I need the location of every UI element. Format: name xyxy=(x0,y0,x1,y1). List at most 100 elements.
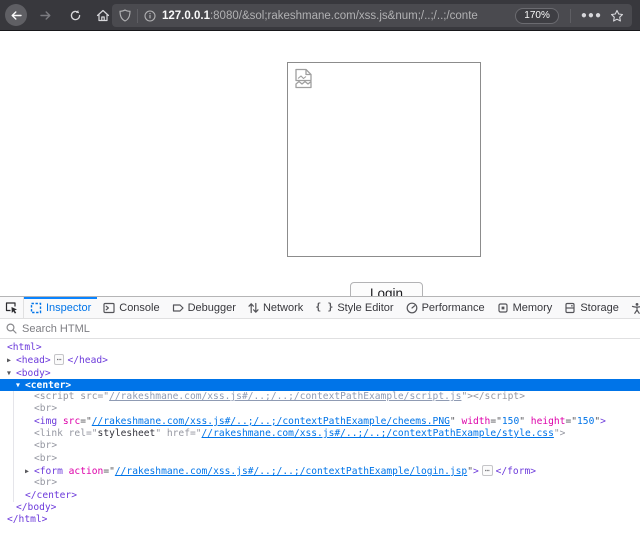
page-viewport: Login xyxy=(0,31,640,296)
inline-children-ellipsis-badge[interactable]: ⋯ xyxy=(54,354,65,365)
inline-children-ellipsis-badge[interactable]: ⋯ xyxy=(482,465,493,476)
search-icon xyxy=(6,323,17,334)
tab-label: Memory xyxy=(513,302,553,314)
debugger-icon xyxy=(172,302,184,314)
markup-row[interactable]: <link rel="stylesheet" href="//rakeshman… xyxy=(0,428,640,440)
zoom-level-badge[interactable]: 170% xyxy=(515,8,559,24)
code-segment-attr: width xyxy=(461,416,490,427)
tab-debugger[interactable]: Debugger xyxy=(166,297,242,318)
memory-icon xyxy=(497,302,509,314)
twisty-open-icon[interactable]: ▼ xyxy=(7,367,16,379)
markup-row[interactable]: <br> xyxy=(0,403,640,415)
search-html-input[interactable] xyxy=(22,323,634,335)
tab-storage[interactable]: Storage xyxy=(558,297,625,318)
shield-icon[interactable] xyxy=(119,9,131,22)
tab-accessibility[interactable]: Accessibility xyxy=(625,297,640,318)
twisty-open-icon[interactable]: ▼ xyxy=(16,379,25,391)
url-bar[interactable]: 127.0.0.1:8080/&sol;rakeshmane.com/xss.j… xyxy=(112,4,632,27)
tab-network[interactable]: Network xyxy=(242,297,309,318)
pick-element-icon xyxy=(5,301,18,314)
markup-row[interactable]: <script src="//rakeshmane.com/xss.js#/..… xyxy=(0,391,640,403)
tab-memory[interactable]: Memory xyxy=(491,297,559,318)
markup-row[interactable]: ▼<body> xyxy=(0,367,640,379)
reload-icon xyxy=(69,9,82,22)
code-segment-tag: </form> xyxy=(496,466,536,477)
code-segment-value: 150 xyxy=(502,416,519,427)
markup-row[interactable]: </html> xyxy=(0,514,640,526)
inspector-icon xyxy=(30,302,42,314)
markup-row[interactable]: ▶<head>⋯</head> xyxy=(0,354,640,366)
code-segment-dim: " href=" xyxy=(155,428,201,439)
broken-image-placeholder xyxy=(287,62,481,257)
home-icon xyxy=(96,9,110,22)
markup-row[interactable]: </center> xyxy=(0,490,640,502)
markup-row-selected[interactable]: ▼<center> xyxy=(0,379,640,391)
network-icon xyxy=(248,302,259,314)
code-segment-dim: <br> xyxy=(34,403,57,414)
code-segment-tag: <head> xyxy=(16,355,51,366)
code-segment-tag: > xyxy=(600,416,606,427)
code-segment-link: //rakeshmane.com/xss.js#/..;/..;/context… xyxy=(202,428,554,439)
reload-button[interactable] xyxy=(63,3,87,27)
urlbar-divider xyxy=(137,9,138,23)
code-segment-tag: <body> xyxy=(16,368,51,379)
code-segment-dim: "> xyxy=(554,428,566,439)
tab-console[interactable]: Console xyxy=(97,297,165,318)
broken-image-icon xyxy=(294,68,314,95)
code-segment-dimlink: //rakeshmane.com/xss.js#/..;/..;/context… xyxy=(109,391,461,402)
markup-row[interactable]: <br> xyxy=(0,440,640,452)
code-segment-dim: <link rel=" xyxy=(34,428,98,439)
tab-label: Performance xyxy=(422,302,485,314)
more-dots-icon[interactable]: ●●● xyxy=(581,10,602,21)
star-icon[interactable] xyxy=(610,9,624,23)
info-icon[interactable] xyxy=(144,10,156,22)
markup-row[interactable]: <img src="//rakeshmane.com/xss.js#/..;/.… xyxy=(0,416,640,428)
url-path: :8080/&sol;rakeshmane.com/xss.js&num;/..… xyxy=(210,10,478,22)
code-segment-dim: "></script> xyxy=(461,391,525,402)
code-segment-punct: " xyxy=(450,416,462,427)
markup-row[interactable]: </body> xyxy=(0,502,640,514)
code-segment-punct: " xyxy=(519,416,531,427)
url-text[interactable]: 127.0.0.1:8080/&sol;rakeshmane.com/xss.j… xyxy=(162,10,510,22)
code-segment-vdark: stylesheet xyxy=(98,428,156,439)
code-segment-tag: > xyxy=(473,466,479,477)
pick-element-button[interactable] xyxy=(0,297,24,318)
tab-performance[interactable]: Performance xyxy=(400,297,491,318)
tab-label: Debugger xyxy=(188,302,236,314)
accessibility-icon xyxy=(631,302,640,314)
firefox-window: 127.0.0.1:8080/&sol;rakeshmane.com/xss.j… xyxy=(0,0,640,558)
markup-row[interactable]: ▶<form action="//rakeshmane.com/xss.js#/… xyxy=(0,465,640,477)
style-editor-icon: { } xyxy=(315,302,333,313)
twisty-closed-icon[interactable]: ▶ xyxy=(7,354,16,366)
code-segment-punct: =" xyxy=(103,466,115,477)
login-button[interactable]: Login xyxy=(350,282,423,296)
code-segment-tag: </center> xyxy=(25,490,77,501)
markup-row[interactable]: <br> xyxy=(0,477,640,489)
markup-row[interactable]: <html> xyxy=(0,342,640,354)
devtools-tabbar: Inspector Console Debugger Network { }Style … xyxy=(0,297,640,319)
code-segment-dim: <br> xyxy=(34,440,57,451)
code-segment-tag: <html> xyxy=(7,342,42,353)
url-host: 127.0.0.1 xyxy=(162,10,210,22)
code-segment-punct: =" xyxy=(80,416,92,427)
code-segment-attr: height xyxy=(531,416,566,427)
urlbar-divider-2 xyxy=(570,9,571,23)
code-segment-link: //rakeshmane.com/xss.js#/..;/..;/context… xyxy=(115,466,467,477)
code-segment-tag: </html> xyxy=(7,514,47,525)
tab-label: Inspector xyxy=(46,302,91,314)
code-segment-punct: =" xyxy=(565,416,577,427)
forward-button[interactable] xyxy=(33,3,57,27)
code-segment-punct: =" xyxy=(490,416,502,427)
browser-toolbar: 127.0.0.1:8080/&sol;rakeshmane.com/xss.j… xyxy=(0,0,640,31)
code-segment-attr: src xyxy=(63,416,80,427)
markup-row[interactable]: <br> xyxy=(0,453,640,465)
tab-inspector[interactable]: Inspector xyxy=(24,297,97,318)
tab-style-editor[interactable]: { }Style Editor xyxy=(309,297,399,318)
devtools-panel: Inspector Console Debugger Network { }Style … xyxy=(0,296,640,558)
twisty-closed-icon[interactable]: ▶ xyxy=(25,465,34,477)
tab-label: Network xyxy=(263,302,303,314)
code-segment-value: 150 xyxy=(577,416,594,427)
back-icon xyxy=(10,9,23,22)
back-button[interactable] xyxy=(5,4,27,26)
code-segment-dim: <br> xyxy=(34,477,57,488)
